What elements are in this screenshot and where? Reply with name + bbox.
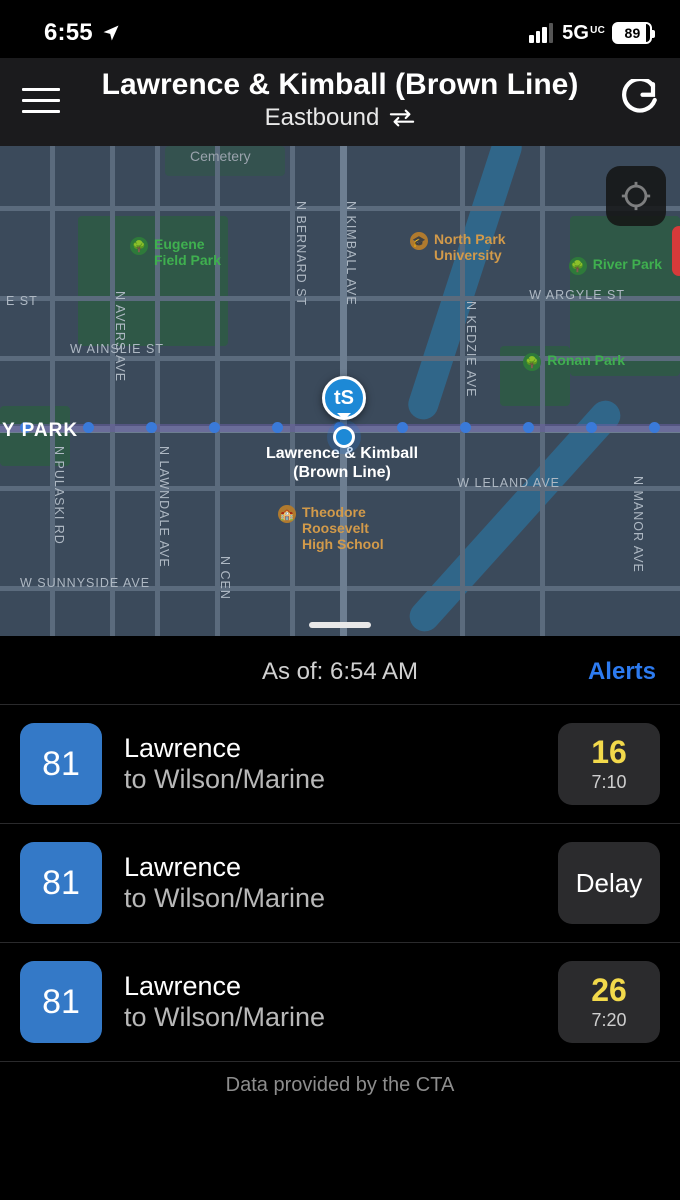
tree-icon: 🌳 bbox=[569, 257, 587, 275]
street-label: W SUNNYSIDE AVE bbox=[20, 576, 150, 590]
eta-minutes: 26 bbox=[591, 974, 627, 1006]
street-label: W LELAND AVE bbox=[457, 476, 560, 490]
street-label: E ST bbox=[6, 294, 38, 308]
route-badge: 81 bbox=[20, 961, 102, 1043]
street-label: N CEN bbox=[218, 556, 232, 600]
menu-button[interactable] bbox=[16, 75, 66, 125]
poi-school: 🏫 Theodore Roosevelt High School bbox=[278, 504, 384, 552]
stop-title: Lawrence & Kimball (Brown Line) bbox=[76, 68, 604, 102]
stop-marker[interactable]: tS bbox=[322, 376, 366, 448]
eta-badge: 26 7:20 bbox=[558, 961, 660, 1043]
route-badge: 81 bbox=[20, 723, 102, 805]
street-label: N LAWNDALE AVE bbox=[157, 446, 171, 568]
tree-icon: 🌳 bbox=[523, 353, 541, 371]
eta-time: 7:10 bbox=[591, 772, 626, 793]
eta-time: 7:20 bbox=[591, 1010, 626, 1031]
signal-bars-icon bbox=[529, 23, 553, 43]
park-name-overlay: Y PARK bbox=[2, 420, 78, 442]
location-services-icon bbox=[101, 23, 121, 43]
map-label-cemetery: Cemetery bbox=[190, 148, 251, 164]
app-header: Lawrence & Kimball (Brown Line) Eastboun… bbox=[0, 58, 680, 146]
school-icon: 🎓 bbox=[410, 232, 428, 250]
route-name: Lawrence bbox=[124, 733, 536, 764]
route-destination: to Wilson/Marine bbox=[124, 1002, 536, 1033]
sheet-drag-handle[interactable] bbox=[309, 622, 371, 628]
street-label: N MANOR AVE bbox=[631, 476, 645, 573]
map-view[interactable]: W AINSLIE ST W ARGYLE ST W LELAND AVE W … bbox=[0, 146, 680, 636]
marker-ring-icon bbox=[333, 426, 355, 448]
poi-park: 🌳 River Park bbox=[569, 256, 662, 275]
eta-delay: Delay bbox=[576, 870, 642, 896]
poi-park: 🌳 Ronan Park bbox=[523, 352, 625, 371]
arrival-row[interactable]: 81 Lawrence to Wilson/Marine Delay bbox=[0, 823, 680, 942]
direction-toggle[interactable]: Eastbound bbox=[76, 104, 604, 132]
status-left: 6:55 bbox=[44, 19, 121, 47]
network-label: 5GUC bbox=[562, 22, 605, 45]
battery-icon: 89 bbox=[612, 22, 652, 44]
street-label: N KIMBALL AVE bbox=[344, 201, 358, 306]
arrival-row[interactable]: 81 Lawrence to Wilson/Marine 16 7:10 bbox=[0, 704, 680, 823]
refresh-icon bbox=[618, 79, 660, 121]
eta-badge: 16 7:10 bbox=[558, 723, 660, 805]
street-label: N AVERS AVE bbox=[113, 291, 127, 382]
crosshair-icon bbox=[619, 179, 653, 213]
road bbox=[50, 146, 55, 636]
poi-park: 🌳 Eugene Field Park bbox=[130, 236, 221, 268]
route-text: Lawrence to Wilson/Marine bbox=[124, 852, 536, 914]
street-label: W ARGYLE ST bbox=[529, 288, 625, 302]
street-label: N BERNARD ST bbox=[294, 201, 308, 306]
route-destination: to Wilson/Marine bbox=[124, 883, 536, 914]
route-text: Lawrence to Wilson/Marine bbox=[124, 733, 536, 795]
refresh-button[interactable] bbox=[614, 75, 664, 125]
road bbox=[540, 146, 545, 636]
marker-icon: tS bbox=[322, 376, 366, 420]
alerts-link[interactable]: Alerts bbox=[588, 658, 656, 686]
route-badge: 81 bbox=[20, 842, 102, 924]
status-time: 6:55 bbox=[44, 19, 93, 47]
route-name: Lawrence bbox=[124, 971, 536, 1002]
map-edge-marker bbox=[672, 226, 680, 276]
header-title-block[interactable]: Lawrence & Kimball (Brown Line) Eastboun… bbox=[76, 68, 604, 132]
tree-icon: 🌳 bbox=[130, 237, 148, 255]
status-bar: 6:55 5GUC 89 bbox=[0, 0, 680, 58]
recenter-button[interactable] bbox=[606, 166, 666, 226]
timestamp-row: As of: 6:54 AM Alerts bbox=[0, 636, 680, 704]
route-destination: to Wilson/Marine bbox=[124, 764, 536, 795]
data-attribution: Data provided by the CTA bbox=[0, 1061, 680, 1101]
poi-university: 🎓 North Park University bbox=[410, 231, 506, 263]
status-right: 5GUC 89 bbox=[529, 22, 652, 45]
route-text: Lawrence to Wilson/Marine bbox=[124, 971, 536, 1033]
eta-minutes: 16 bbox=[591, 736, 627, 768]
arrival-row[interactable]: 81 Lawrence to Wilson/Marine 26 7:20 bbox=[0, 942, 680, 1061]
street-label: N PULASKI RD bbox=[52, 446, 66, 545]
as-of-label: As of: 6:54 AM bbox=[262, 658, 418, 686]
swap-direction-icon bbox=[389, 108, 415, 128]
school-icon: 🏫 bbox=[278, 505, 296, 523]
street-label: N KEDZIE AVE bbox=[464, 301, 478, 398]
road bbox=[110, 146, 115, 636]
route-name: Lawrence bbox=[124, 852, 536, 883]
eta-badge: Delay bbox=[558, 842, 660, 924]
stop-marker-label: Lawrence & Kimball(Brown Line) bbox=[252, 444, 432, 482]
